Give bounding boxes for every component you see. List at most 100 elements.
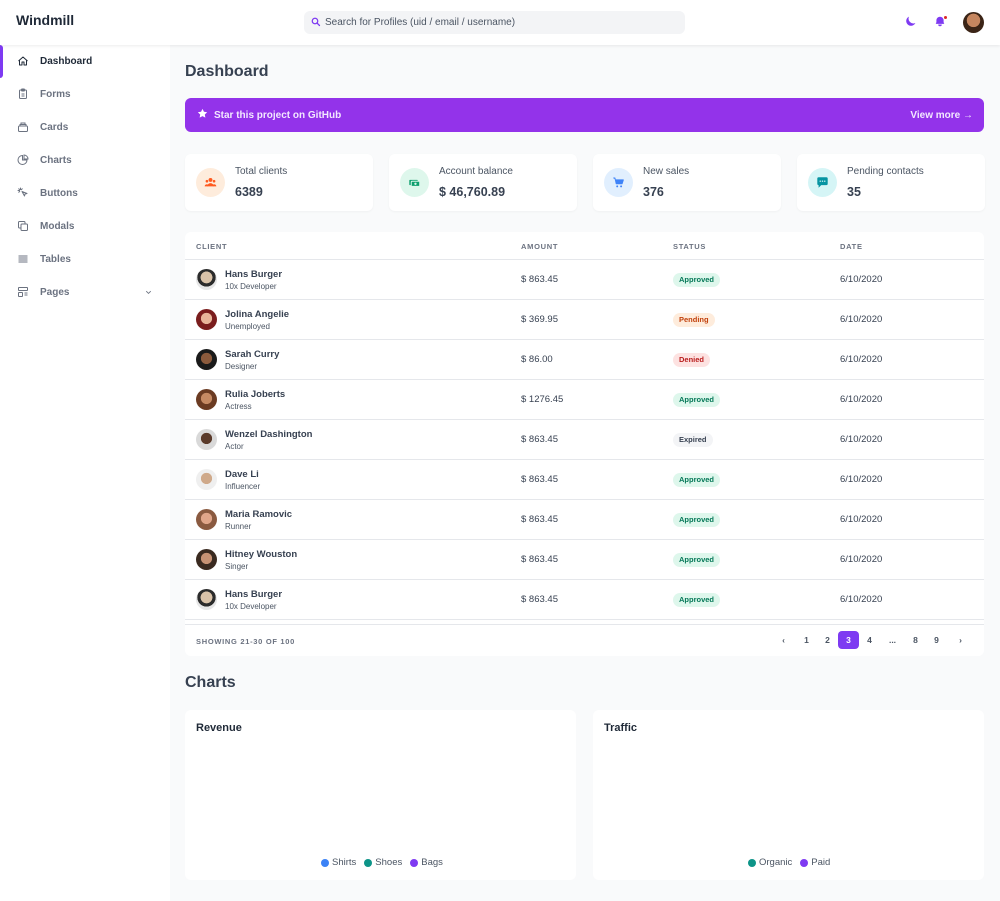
search-input[interactable] — [325, 11, 680, 34]
chat-icon — [817, 177, 828, 188]
pagination-page-1[interactable]: 1 — [796, 631, 817, 649]
status-badge: Approved — [673, 473, 721, 487]
status-badge: Approved — [673, 393, 721, 407]
pages-icon — [18, 287, 28, 297]
client-name: Wenzel Dashington — [225, 429, 313, 440]
pagination-ellipsis: ... — [888, 635, 897, 645]
legend-item: Bags — [410, 857, 443, 868]
date: 6/10/2020 — [840, 274, 883, 285]
table-row[interactable]: Dave Li Influencer $ 863.45 Approved 6/1… — [185, 460, 984, 500]
client-name: Hans Burger — [225, 589, 283, 600]
avatar — [196, 309, 217, 330]
client-role: Runner — [225, 522, 252, 531]
sidebar-item-modals[interactable]: Modals — [0, 210, 170, 243]
avatar — [196, 269, 217, 290]
sidebar-item-cards[interactable]: Cards — [0, 111, 170, 144]
legend-label: Paid — [811, 857, 831, 868]
sidebar-item-label: Dashboard — [40, 56, 93, 67]
pagination-page-9[interactable]: 9 — [926, 631, 947, 649]
search-box[interactable] — [304, 11, 685, 34]
page-title: Dashboard — [185, 63, 269, 80]
money-icon — [409, 179, 421, 187]
moon-icon[interactable] — [905, 15, 917, 27]
table-icon — [18, 255, 28, 263]
stat-value: 376 — [643, 185, 664, 199]
client-role: Actor — [225, 442, 244, 451]
amount: $ 863.45 — [521, 514, 558, 525]
date: 6/10/2020 — [840, 354, 883, 365]
column-header-amount: AMOUNT — [521, 242, 559, 251]
sidebar-item-label: Tables — [40, 254, 71, 265]
chart-legend: Shirts Shoes Bags — [321, 857, 443, 868]
table-row[interactable]: Hitney Wouston Singer $ 863.45 Approved … — [185, 540, 984, 580]
stat-value: 6389 — [235, 185, 263, 199]
chart-legend: Organic Paid — [748, 857, 830, 868]
client-role: Actress — [225, 402, 252, 411]
sidebar-item-tables[interactable]: Tables — [0, 243, 170, 276]
table-row[interactable]: Hans Burger 10x Developer $ 863.45 Appro… — [185, 260, 984, 300]
status-badge: Approved — [673, 513, 721, 527]
chart-title: Revenue — [196, 722, 242, 734]
legend-item: Organic — [748, 857, 792, 868]
pagination-next-button[interactable]: › — [950, 631, 971, 649]
stat-icon-circle — [808, 168, 837, 197]
chevron-down-icon[interactable] — [144, 288, 153, 297]
clipboard-icon — [19, 88, 27, 99]
search-icon — [311, 17, 321, 27]
table-row[interactable]: Jolina Angelie Unemployed $ 369.95 Pendi… — [185, 300, 984, 340]
status-badge: Approved — [673, 273, 721, 287]
date: 6/10/2020 — [840, 514, 883, 525]
sidebar-item-label: Charts — [40, 155, 72, 166]
table-row[interactable]: Rulia Joberts Actress $ 1276.45 Approved… — [185, 380, 984, 420]
cart-icon — [613, 177, 624, 188]
status-badge: Expired — [673, 433, 713, 447]
chart-title: Traffic — [604, 722, 638, 734]
column-header-date: DATE — [840, 242, 863, 251]
avatar — [196, 429, 217, 450]
client-name: Dave Li — [225, 469, 259, 480]
sidebar-item-pages[interactable]: Pages — [0, 276, 170, 309]
view-more-link[interactable]: View more → — [910, 110, 973, 121]
stat-card-pending-contacts: Pending contacts 35 — [797, 154, 985, 211]
stat-value: 35 — [847, 185, 861, 199]
notification-dot — [943, 15, 948, 20]
table-row[interactable]: Wenzel Dashington Actor $ 863.45 Expired… — [185, 420, 984, 460]
date: 6/10/2020 — [840, 434, 883, 445]
github-banner[interactable]: Star this project on GitHub View more → — [185, 98, 984, 132]
avatar — [196, 389, 217, 410]
sidebar-item-label: Modals — [40, 221, 75, 232]
table-row[interactable]: Sarah Curry Designer $ 86.00 Denied 6/10… — [185, 340, 984, 380]
stat-card-new-sales: New sales 376 — [593, 154, 781, 211]
profile-avatar[interactable] — [963, 12, 984, 33]
table-footer: SHOWING 21-30 OF 100 ‹ 1 2 3 4 ... 8 9 › — [185, 624, 984, 656]
date: 6/10/2020 — [840, 394, 883, 405]
date: 6/10/2020 — [840, 594, 883, 605]
sidebar-item-buttons[interactable]: Buttons — [0, 177, 170, 210]
pagination-page-4[interactable]: 4 — [859, 631, 880, 649]
sidebar-item-label: Buttons — [40, 188, 78, 199]
sidebar-item-label: Cards — [40, 122, 69, 133]
app-logo[interactable]: Windmill — [16, 12, 74, 28]
legend-dot — [410, 858, 419, 867]
table-row[interactable]: Maria Ramovic Runner $ 863.45 Approved 6… — [185, 500, 984, 540]
avatar — [196, 349, 217, 370]
pagination-page-3[interactable]: 3 — [838, 631, 859, 649]
status-badge: Approved — [673, 593, 721, 607]
table-row[interactable]: Hans Burger 10x Developer $ 863.45 Appro… — [185, 580, 984, 620]
amount: $ 1276.45 — [521, 394, 564, 405]
client-role: Unemployed — [225, 322, 270, 331]
stat-label: Total clients — [235, 166, 288, 177]
client-name: Hans Burger — [225, 269, 283, 280]
legend-dot — [748, 858, 756, 867]
sidebar-item-charts[interactable]: Charts — [0, 144, 170, 177]
client-name: Sarah Curry — [225, 349, 280, 360]
active-indicator — [0, 45, 3, 78]
avatar — [196, 469, 217, 490]
pagination-prev-button[interactable]: ‹ — [773, 631, 794, 649]
pagination-page-2[interactable]: 2 — [817, 631, 838, 649]
pagination-page-8[interactable]: 8 — [905, 631, 926, 649]
sidebar-item-forms[interactable]: Forms — [0, 78, 170, 111]
sidebar-item-dashboard[interactable]: Dashboard — [0, 45, 170, 78]
column-header-client: CLIENT — [196, 242, 228, 251]
client-name: Rulia Joberts — [225, 389, 286, 400]
